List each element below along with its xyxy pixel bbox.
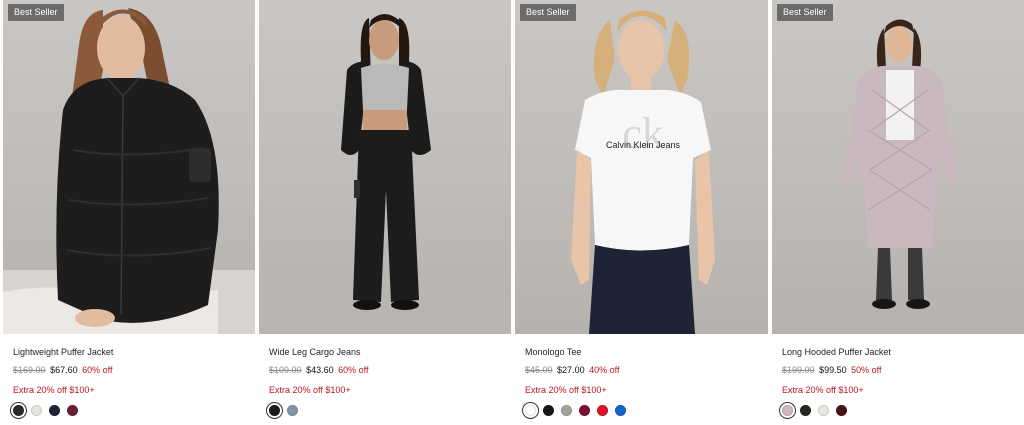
sale-price: $99.50 <box>819 365 847 375</box>
color-swatches <box>779 402 1024 419</box>
product-name[interactable]: Lightweight Puffer Jacket <box>13 346 255 358</box>
color-swatch[interactable] <box>31 405 42 416</box>
color-swatches <box>522 402 768 419</box>
color-swatch[interactable] <box>10 402 27 419</box>
color-swatch[interactable] <box>67 405 78 416</box>
color-swatch[interactable] <box>287 405 298 416</box>
sale-price: $43.60 <box>306 365 334 375</box>
price-row: $169.00 $67.60 60% off <box>13 364 255 376</box>
color-swatch[interactable] <box>779 402 796 419</box>
product-card[interactable]: Wide Leg Cargo Jeans $109.00 $43.60 60% … <box>259 0 511 425</box>
sale-price: $67.60 <box>50 365 78 375</box>
price-row: $45.00 $27.00 40% off <box>525 364 768 376</box>
color-swatch[interactable] <box>615 405 626 416</box>
color-swatch[interactable] <box>579 405 590 416</box>
original-price: $45.00 <box>525 365 553 375</box>
color-swatch[interactable] <box>49 405 60 416</box>
promo-text: Extra 20% off $100+ <box>269 385 351 395</box>
color-swatches <box>266 402 511 419</box>
svg-text:ck: ck <box>622 109 664 158</box>
discount-label: 40% off <box>589 365 620 375</box>
product-image[interactable]: Best Seller <box>772 0 1024 334</box>
color-swatch[interactable] <box>800 405 811 416</box>
model-photo <box>3 8 255 334</box>
original-price: $169.00 <box>13 365 46 375</box>
promo-text: Extra 20% off $100+ <box>782 385 864 395</box>
promo-text: Extra 20% off $100+ <box>525 385 607 395</box>
color-swatch[interactable] <box>561 405 572 416</box>
discount-label: 50% off <box>851 365 882 375</box>
product-card[interactable]: ck Calvin Klein Jeans Best Seller Monolo… <box>515 0 768 425</box>
color-swatch[interactable] <box>597 405 608 416</box>
product-card[interactable]: Best Seller Lightweight Puffer Jacket $1… <box>3 0 255 425</box>
promo-text: Extra 20% off $100+ <box>13 385 95 395</box>
original-price: $109.00 <box>269 365 302 375</box>
product-image[interactable]: Best Seller <box>3 0 255 334</box>
best-seller-badge: Best Seller <box>520 4 576 21</box>
product-image[interactable]: ck Calvin Klein Jeans Best Seller <box>515 0 768 334</box>
color-swatch[interactable] <box>522 402 539 419</box>
product-grid: Best Seller Lightweight Puffer Jacket $1… <box>0 0 1024 425</box>
model-photo: ck Calvin Klein Jeans <box>571 10 715 334</box>
product-name[interactable]: Long Hooded Puffer Jacket <box>782 346 1024 358</box>
product-name[interactable]: Monologo Tee <box>525 346 768 358</box>
color-swatch[interactable] <box>266 402 283 419</box>
product-image[interactable] <box>259 0 511 334</box>
product-card[interactable]: Best Seller Long Hooded Puffer Jacket $1… <box>772 0 1024 425</box>
color-swatches <box>10 402 255 419</box>
product-name[interactable]: Wide Leg Cargo Jeans <box>269 346 511 358</box>
best-seller-badge: Best Seller <box>8 4 64 21</box>
sale-price: $27.00 <box>557 365 585 375</box>
discount-label: 60% off <box>338 365 369 375</box>
color-swatch[interactable] <box>543 405 554 416</box>
model-photo <box>772 19 1024 334</box>
discount-label: 60% off <box>82 365 113 375</box>
original-price: $199.00 <box>782 365 815 375</box>
color-swatch[interactable] <box>818 405 829 416</box>
best-seller-badge: Best Seller <box>777 4 833 21</box>
price-row: $109.00 $43.60 60% off <box>269 364 511 376</box>
model-photo <box>259 14 511 334</box>
tee-print-text: Calvin Klein Jeans <box>606 140 681 150</box>
color-swatch[interactable] <box>836 405 847 416</box>
price-row: $199.00 $99.50 50% off <box>782 364 1024 376</box>
